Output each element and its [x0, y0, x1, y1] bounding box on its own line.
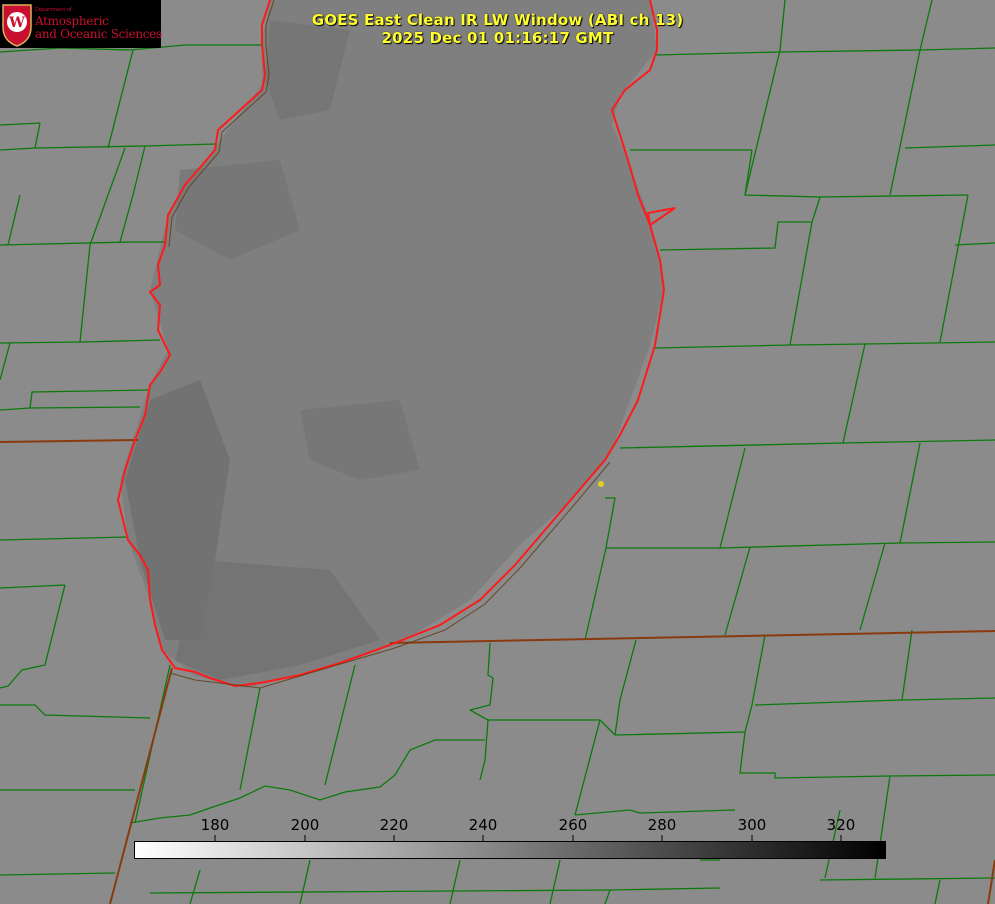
- colorbar-tick-label: 240: [468, 816, 498, 834]
- satellite-map: [0, 0, 995, 904]
- colorbar-tick-label: 300: [737, 816, 767, 834]
- colorbar-tick-label: 280: [647, 816, 677, 834]
- colorbar-tick-label: 220: [379, 816, 409, 834]
- image-title: GOES East Clean IR LW Window (ABI ch 13): [311, 11, 684, 29]
- colorbar-tick-label: 180: [200, 816, 230, 834]
- colorbar-tick-label: 200: [290, 816, 320, 834]
- colorbar-tick-label: 320: [826, 816, 856, 834]
- image-timestamp: 2025 Dec 01 01:16:17 GMT: [381, 29, 614, 47]
- colorbar-tick-label: 260: [558, 816, 588, 834]
- location-marker: [598, 481, 604, 487]
- colorbar-gradient: [134, 841, 886, 859]
